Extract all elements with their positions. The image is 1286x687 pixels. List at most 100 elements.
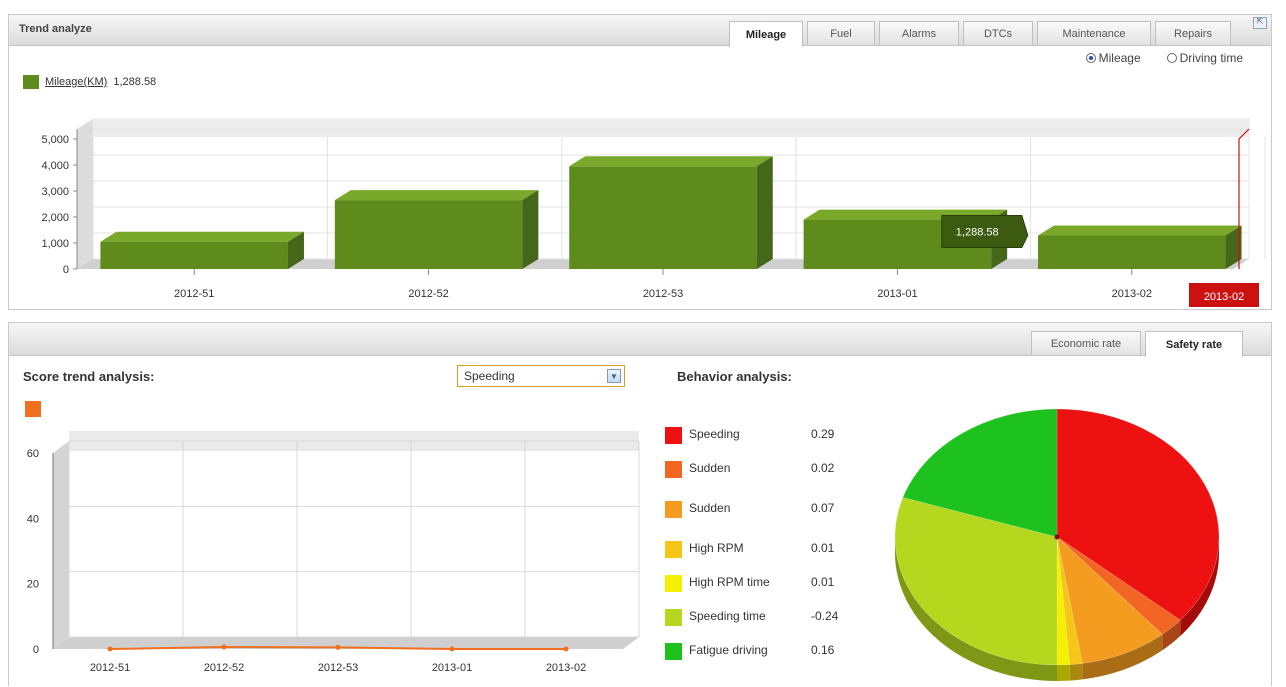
radio-mileage[interactable]: Mileage <box>1085 51 1141 65</box>
behavior-label: Speeding <box>689 427 740 441</box>
score-point <box>335 644 341 650</box>
tab-alarms[interactable]: Alarms <box>879 21 959 45</box>
y-tick-label: 0 <box>33 644 39 656</box>
behavior-select-value: Speeding <box>464 369 515 383</box>
rate-header: Economic rate Safety rate <box>9 323 1271 357</box>
score-point <box>563 646 569 652</box>
radio-driving-time-label: Driving time <box>1179 51 1243 65</box>
x-tick-label: 2012-53 <box>643 288 683 300</box>
y-tick-label: 40 <box>27 513 39 525</box>
trend-tabs: Mileage Fuel Alarms DTCs Maintenance Rep… <box>729 21 1231 47</box>
chevron-down-icon[interactable]: ▼ <box>607 369 621 383</box>
behavior-label: High RPM time <box>689 575 770 589</box>
y-tick-label: 1,000 <box>41 238 69 250</box>
score-trend-title: Score trend analysis: <box>23 369 155 384</box>
pie-slice-side <box>1057 664 1070 681</box>
y-tick-label: 4,000 <box>41 160 69 172</box>
tab-safety-rate[interactable]: Safety rate <box>1145 331 1243 357</box>
mileage-bar <box>334 200 523 269</box>
rate-panel: Economic rate Safety rate Score trend an… <box>8 322 1272 686</box>
behavior-item: Speeding time -0.24 <box>665 609 865 626</box>
behavior-swatch <box>665 541 682 558</box>
behavior-pie-chart <box>894 408 1220 681</box>
mileage-bar-side <box>522 190 539 269</box>
score-line-chart: 0 20 40 60 2012-51 2012-52 2012-53 2013-01 2013-… <box>27 431 640 674</box>
tab-mileage[interactable]: Mileage <box>729 21 803 47</box>
behavior-label: Fatigue driving <box>689 643 768 657</box>
x-tick-label: 2012-53 <box>318 662 358 674</box>
mileage-mode-radios: Mileage Driving time <box>1085 51 1243 65</box>
x-tick-label: 2013-02 <box>546 662 586 674</box>
y-tick-label: 20 <box>27 579 39 591</box>
behavior-item: Sudden 0.02 <box>665 461 865 478</box>
mileage-bar <box>569 166 757 269</box>
legend-mileage-value: 1,288.58 <box>113 76 157 88</box>
y-tick-label: 0 <box>63 264 69 276</box>
legend-swatch <box>23 75 39 89</box>
legend-mileage-link[interactable]: Mileage(KM) <box>45 76 107 88</box>
mileage-bar-chart: 0 1,000 2,000 3,000 4,000 5,000 2012-51 2012-52… <box>41 118 1266 307</box>
behavior-swatch <box>665 575 682 592</box>
tab-dtcs[interactable]: DTCs <box>963 21 1033 45</box>
radio-checked-icon <box>1085 53 1096 63</box>
rate-tabs: Economic rate Safety rate <box>1031 331 1243 357</box>
pie-center-dot <box>1054 534 1060 540</box>
behavior-item: Speeding 0.29 <box>665 427 865 444</box>
behavior-swatch <box>665 427 682 444</box>
behavior-select[interactable]: Speeding ▼ <box>457 365 625 387</box>
score-point <box>107 646 113 652</box>
behavior-value: 0.01 <box>811 575 835 589</box>
mileage-bar-side <box>756 156 773 269</box>
behavior-analysis-title: Behavior analysis: <box>677 369 792 384</box>
mileage-legend: Mileage(KM) 1,288.58 <box>23 75 156 89</box>
behavior-value: 0.01 <box>811 541 835 555</box>
chart-top-band <box>93 119 1249 137</box>
y-tick-label: 5,000 <box>41 134 69 146</box>
tab-fuel[interactable]: Fuel <box>807 21 875 45</box>
behavior-label: Speeding time <box>689 609 766 623</box>
pie-slice-side <box>1069 663 1083 681</box>
behavior-value: 0.29 <box>811 427 835 441</box>
x-tick-label: 2013-01 <box>877 288 917 300</box>
highlight-label: 2013-02 <box>1204 291 1244 303</box>
y-tick-label: 60 <box>27 448 39 460</box>
x-tick-label: 2013-02 <box>1112 288 1152 300</box>
x-tick-label: 2012-51 <box>90 662 130 674</box>
score-point <box>449 646 455 652</box>
tab-economic-rate[interactable]: Economic rate <box>1031 331 1141 355</box>
expand-icon[interactable]: ⇱ <box>1253 17 1267 29</box>
mileage-bar <box>1038 235 1226 269</box>
score-legend-swatch <box>25 401 41 417</box>
mileage-tooltip: 1,288.58 <box>941 214 1029 248</box>
trend-analyze-panel: Trend analyze Mileage Fuel Alarms DTCs M… <box>8 14 1272 310</box>
behavior-value: 0.16 <box>811 643 835 657</box>
behavior-label: High RPM <box>689 541 744 555</box>
y-tick-label: 3,000 <box>41 186 69 198</box>
x-tick-label: 2012-52 <box>204 662 244 674</box>
behavior-label: Sudden <box>689 461 731 475</box>
mileage-bar-top <box>334 190 539 201</box>
tooltip-value: 1,288.58 <box>956 226 999 238</box>
behavior-value: 0.07 <box>811 501 835 515</box>
behavior-swatch <box>665 609 682 626</box>
tab-maintenance[interactable]: Maintenance <box>1037 21 1151 45</box>
mileage-bar <box>100 241 288 269</box>
behavior-item: High RPM time 0.01 <box>665 575 865 592</box>
behavior-item: Fatigue driving 0.16 <box>665 643 865 660</box>
tab-repairs[interactable]: Repairs <box>1155 21 1231 45</box>
chart-left-wall <box>53 441 69 649</box>
behavior-value: -0.24 <box>811 609 839 623</box>
mileage-bar-top <box>569 156 773 167</box>
trend-title: Trend analyze <box>19 23 92 35</box>
y-tick-label: 2,000 <box>41 212 69 224</box>
x-tick-label: 2013-01 <box>432 662 472 674</box>
radio-unchecked-icon <box>1166 53 1177 63</box>
radio-driving-time[interactable]: Driving time <box>1166 51 1243 65</box>
x-tick-label: 2012-51 <box>174 288 214 300</box>
behavior-item: High RPM 0.01 <box>665 541 865 558</box>
behavior-value: 0.02 <box>811 461 835 475</box>
x-tick-label: 2012-52 <box>408 288 448 300</box>
behavior-swatch <box>665 643 682 660</box>
score-point <box>221 644 227 650</box>
trend-header: Trend analyze Mileage Fuel Alarms DTCs M… <box>9 15 1271 47</box>
